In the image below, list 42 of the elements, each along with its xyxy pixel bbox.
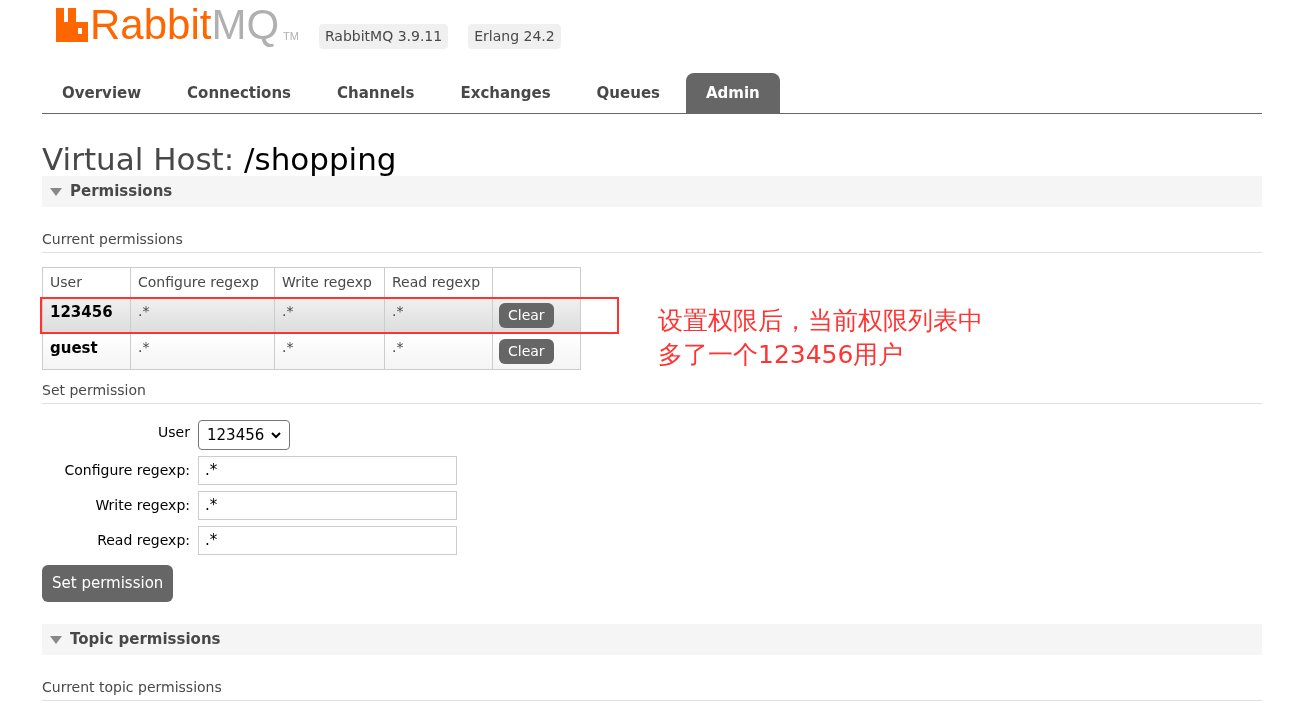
table-cell: guest — [42, 333, 131, 370]
regexp-input[interactable]: .* — [198, 456, 457, 485]
page-title: Virtual Host: /shopping — [42, 144, 398, 175]
section-title: Topic permissions — [70, 629, 221, 651]
subheading: Current topic permissions — [42, 677, 1262, 701]
column-header: Read regexp — [384, 267, 493, 298]
field-label: Read regexp: — [96, 531, 190, 550]
nav-tab[interactable]: Exchanges — [440, 73, 571, 113]
section-header[interactable]: Topic permissions — [42, 624, 1262, 655]
column-header: Write regexp — [274, 267, 385, 298]
logo-icon — [56, 8, 88, 42]
trademark: TM — [283, 28, 299, 44]
field-label: Write regexp: — [94, 496, 190, 515]
logo-text: RabbitMQ — [90, 4, 280, 46]
table-cell: 123456 — [42, 297, 131, 334]
clear-button[interactable]: Clear — [499, 303, 554, 328]
table-cell: .* — [274, 333, 385, 370]
section-header[interactable]: Permissions — [42, 176, 1262, 207]
column-header: Configure regexp — [130, 267, 275, 298]
field-label: User — [157, 423, 190, 442]
chevron-down-icon — [271, 431, 281, 439]
table-cell: .* — [130, 333, 275, 370]
regexp-input[interactable]: .* — [198, 491, 457, 520]
subheading: Current permissions — [42, 229, 1262, 253]
table-cell: .* — [384, 333, 493, 370]
clear-button[interactable]: Clear — [499, 339, 554, 364]
annotation-text: 设置权限后，当前权限列表中 — [658, 305, 983, 337]
column-header: User — [42, 267, 131, 298]
version-badge: RabbitMQ 3.9.11 — [318, 24, 449, 49]
nav-tab[interactable]: Overview — [42, 73, 162, 113]
user-select[interactable]: 123456 — [198, 420, 290, 450]
nav-tab[interactable]: Connections — [167, 73, 312, 113]
annotation-text: 多了一个123456用户 — [658, 339, 905, 371]
nav-tab[interactable]: Admin — [686, 73, 780, 113]
field-label: Configure regexp: — [63, 461, 190, 480]
nav-tab[interactable]: Channels — [317, 73, 435, 113]
section-title: Permissions — [70, 181, 173, 203]
regexp-input[interactable]: .* — [198, 526, 457, 555]
version-badge: Erlang 24.2 — [468, 24, 561, 49]
set-permission-button[interactable]: Set permission — [42, 565, 174, 602]
nav-tab[interactable]: Queues — [576, 73, 680, 113]
subheading: Set permission — [42, 380, 1262, 404]
